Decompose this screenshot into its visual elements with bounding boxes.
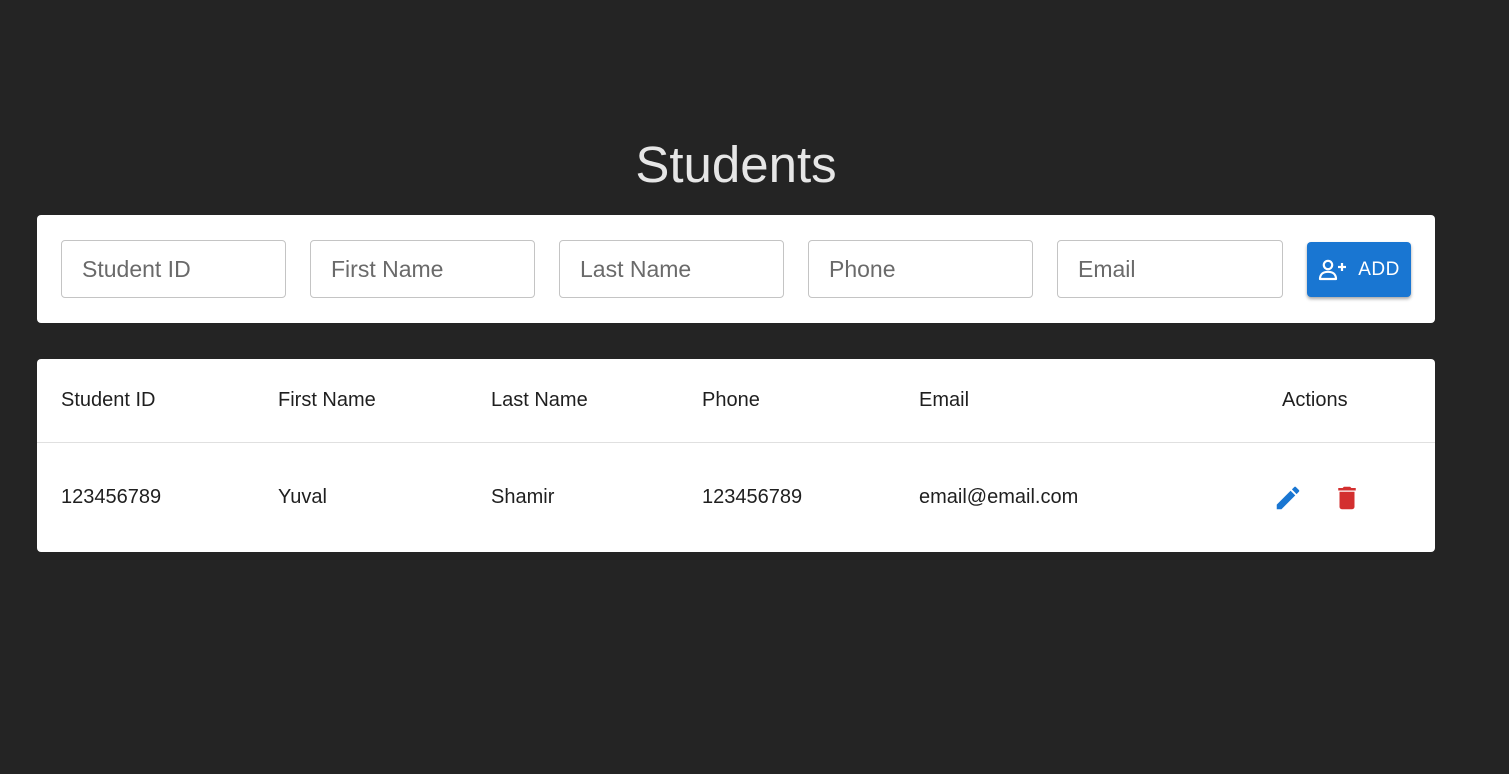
column-header-phone[interactable]: Phone bbox=[702, 359, 760, 442]
person-add-icon bbox=[1318, 259, 1348, 281]
students-table: Student ID First Name Last Name Phone Em… bbox=[37, 359, 1435, 552]
column-header-email[interactable]: Email bbox=[919, 359, 969, 442]
cell-phone: 123456789 bbox=[702, 486, 803, 508]
first-name-input[interactable] bbox=[310, 240, 535, 298]
table-header-row: Student ID First Name Last Name Phone Em… bbox=[37, 359, 1435, 443]
phone-input[interactable] bbox=[808, 240, 1033, 298]
students-page: Students ADD Student ID First Name Last … bbox=[0, 0, 1509, 774]
delete-icon[interactable] bbox=[1331, 482, 1363, 514]
cell-last-name: Shamir bbox=[491, 486, 555, 508]
student-id-input[interactable] bbox=[61, 240, 286, 298]
add-student-button[interactable]: ADD bbox=[1307, 242, 1411, 297]
email-input[interactable] bbox=[1057, 240, 1283, 298]
edit-icon[interactable] bbox=[1272, 482, 1304, 514]
table-row: 123456789 Yuval Shamir 123456789 email@e… bbox=[37, 443, 1435, 552]
add-student-form: ADD bbox=[37, 215, 1435, 323]
cell-email: email@email.com bbox=[919, 486, 1079, 508]
row-actions bbox=[1272, 443, 1363, 552]
column-header-student-id[interactable]: Student ID bbox=[61, 359, 156, 442]
cell-student-id: 123456789 bbox=[61, 486, 162, 508]
last-name-input[interactable] bbox=[559, 240, 784, 298]
add-button-label: ADD bbox=[1358, 258, 1400, 280]
page-title: Students bbox=[635, 136, 837, 193]
column-header-last-name[interactable]: Last Name bbox=[491, 359, 588, 442]
cell-first-name: Yuval bbox=[278, 486, 327, 508]
column-header-actions: Actions bbox=[1282, 389, 1348, 411]
column-header-first-name[interactable]: First Name bbox=[278, 359, 376, 442]
